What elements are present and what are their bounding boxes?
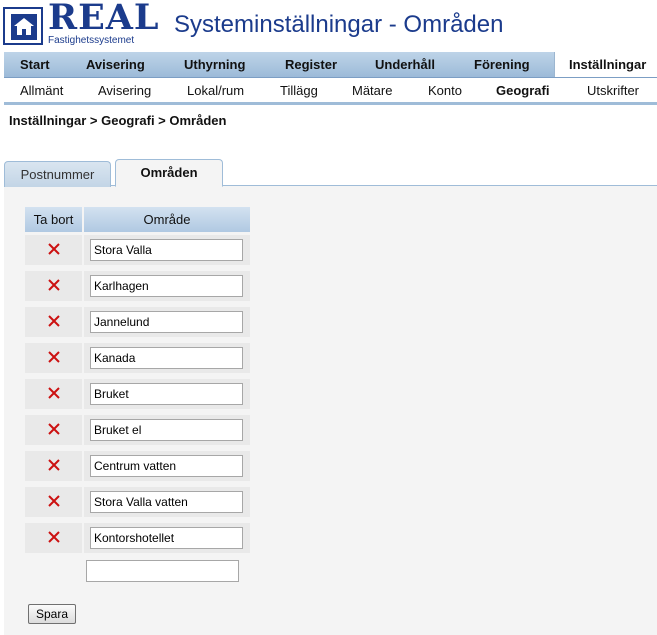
area-input[interactable] bbox=[90, 347, 243, 369]
area-input[interactable] bbox=[90, 455, 243, 477]
nav-item-uthyrning[interactable]: Uthyrning bbox=[184, 52, 245, 77]
main-nav: Start Avisering Uthyrning Register Under… bbox=[4, 52, 657, 78]
area-cell bbox=[84, 523, 250, 553]
area-input[interactable] bbox=[90, 527, 243, 549]
delete-cell bbox=[25, 307, 82, 337]
subnav-item-konto[interactable]: Konto bbox=[428, 78, 462, 102]
area-cell bbox=[84, 451, 250, 481]
area-cell bbox=[84, 379, 250, 409]
subnav-item-allmant[interactable]: Allmänt bbox=[20, 78, 63, 102]
delete-cell bbox=[25, 379, 82, 409]
delete-cell bbox=[25, 415, 82, 445]
area-cell bbox=[84, 235, 250, 265]
area-input[interactable] bbox=[90, 419, 243, 441]
area-cell bbox=[84, 271, 250, 301]
delete-cell bbox=[25, 271, 82, 301]
area-input[interactable] bbox=[90, 383, 243, 405]
nav-item-register[interactable]: Register bbox=[285, 52, 337, 77]
tab-omraden[interactable]: Områden bbox=[115, 159, 223, 187]
delete-cell bbox=[25, 523, 82, 553]
area-input[interactable] bbox=[90, 239, 243, 261]
column-header-area: Område bbox=[84, 207, 250, 232]
breadcrumb: Inställningar > Geografi > Områden bbox=[9, 113, 227, 128]
delete-icon[interactable] bbox=[47, 242, 61, 256]
nav-item-installningar[interactable]: Inställningar bbox=[554, 52, 657, 77]
logo[interactable]: REAL Fastighetssystemet bbox=[3, 0, 159, 48]
delete-icon[interactable] bbox=[47, 422, 61, 436]
area-cell bbox=[84, 415, 250, 445]
delete-icon[interactable] bbox=[47, 350, 61, 364]
logo-text: REAL bbox=[48, 0, 160, 38]
area-cell bbox=[84, 343, 250, 373]
subnav-item-avisering[interactable]: Avisering bbox=[98, 78, 151, 102]
logo-subtext: Fastighetssystemet bbox=[48, 35, 135, 46]
area-input[interactable] bbox=[90, 311, 243, 333]
delete-cell bbox=[25, 343, 82, 373]
new-area-input[interactable] bbox=[86, 560, 239, 582]
page-title: Systeminställningar - Områden bbox=[174, 11, 504, 38]
delete-icon[interactable] bbox=[47, 458, 61, 472]
column-header-delete: Ta bort bbox=[25, 207, 82, 232]
save-button[interactable]: Spara bbox=[28, 604, 76, 624]
subnav-item-tillagg[interactable]: Tillägg bbox=[280, 78, 318, 102]
delete-cell bbox=[25, 487, 82, 517]
area-cell bbox=[84, 307, 250, 337]
delete-icon[interactable] bbox=[47, 386, 61, 400]
area-cell bbox=[84, 487, 250, 517]
delete-icon[interactable] bbox=[47, 278, 61, 292]
nav-item-start[interactable]: Start bbox=[20, 52, 50, 77]
tab-postnummer[interactable]: Postnummer bbox=[4, 161, 111, 187]
house-icon bbox=[3, 7, 43, 45]
delete-cell bbox=[25, 451, 82, 481]
area-input[interactable] bbox=[90, 491, 243, 513]
delete-icon[interactable] bbox=[47, 530, 61, 544]
subnav-item-geografi[interactable]: Geografi bbox=[496, 78, 549, 102]
nav-item-forening[interactable]: Förening bbox=[474, 52, 530, 77]
nav-item-avisering[interactable]: Avisering bbox=[86, 52, 145, 77]
subnav-item-lokal-rum[interactable]: Lokal/rum bbox=[187, 78, 244, 102]
delete-icon[interactable] bbox=[47, 494, 61, 508]
area-input[interactable] bbox=[90, 275, 243, 297]
delete-cell bbox=[25, 235, 82, 265]
app-header: REAL Fastighetssystemet Systeminställnin… bbox=[0, 0, 657, 50]
sub-nav: Allmänt Avisering Lokal/rum Tillägg Mäta… bbox=[4, 78, 657, 105]
subnav-item-matare[interactable]: Mätare bbox=[352, 78, 392, 102]
subnav-item-utskrifter[interactable]: Utskrifter bbox=[587, 78, 639, 102]
delete-icon[interactable] bbox=[47, 314, 61, 328]
nav-item-underhall[interactable]: Underhåll bbox=[375, 52, 435, 77]
